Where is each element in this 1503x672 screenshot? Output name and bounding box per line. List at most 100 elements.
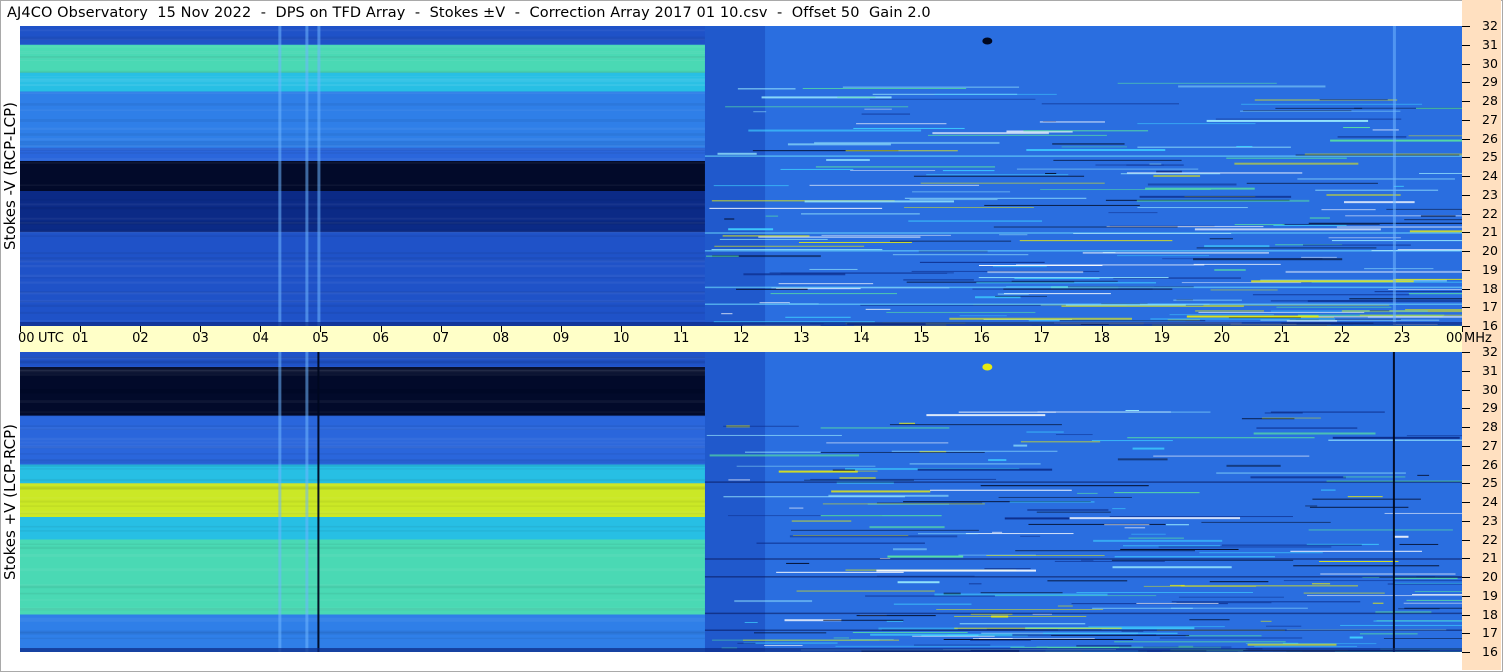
rfi-streak xyxy=(852,632,968,634)
rfi-streak xyxy=(890,240,1012,242)
rfi-streak xyxy=(980,592,1063,594)
rfi-streak xyxy=(736,465,876,467)
band-texture xyxy=(20,497,705,499)
rfi-streak xyxy=(1320,573,1456,575)
rfi-streak xyxy=(1404,219,1462,221)
rfi-streak xyxy=(1020,441,1101,443)
band-texture xyxy=(20,584,705,587)
rfi-streak xyxy=(934,593,1108,596)
interference-line-4 xyxy=(704,155,1462,157)
utc-tick-mark xyxy=(140,326,142,332)
utc-tick-mark xyxy=(620,326,622,332)
band-texture xyxy=(20,468,705,470)
band-1 xyxy=(20,44,705,73)
rfi-streak xyxy=(1043,632,1178,634)
rfi-streak xyxy=(1405,309,1462,311)
mhz-tick-mark xyxy=(1462,483,1470,485)
rfi-streak xyxy=(1193,258,1343,261)
rfi-streak xyxy=(1384,512,1462,514)
rfi-streak xyxy=(798,241,912,243)
rfi-streak xyxy=(1114,641,1286,643)
band-texture xyxy=(20,118,705,122)
rfi-streak xyxy=(1319,560,1399,562)
rfi-streak xyxy=(1117,82,1277,84)
utc-tick-mark xyxy=(1281,326,1283,332)
rfi-streak xyxy=(1315,189,1439,191)
rfi-streak xyxy=(809,268,858,270)
rfi-streak xyxy=(1320,489,1336,491)
utc-unit-label: UTC xyxy=(38,331,64,346)
mhz-tick-label: 23 xyxy=(1482,186,1498,202)
band-texture xyxy=(20,568,705,572)
stokes-minus-v-spectrogram xyxy=(20,26,1462,326)
interference-line-2 xyxy=(704,576,1462,578)
band-texture xyxy=(20,257,705,260)
rfi-streak xyxy=(1408,135,1462,137)
rfi-streak xyxy=(1137,146,1291,148)
rfi-streak xyxy=(709,207,883,209)
stokes-plus-v-heatmap xyxy=(20,352,1462,652)
band-texture xyxy=(20,152,705,154)
stokes-minus-v-heatmap xyxy=(20,26,1462,326)
band-texture xyxy=(20,83,705,86)
rfi-streak xyxy=(1077,492,1098,494)
rfi-streak xyxy=(1125,409,1140,411)
utc-tick-label: 00 xyxy=(1446,331,1463,346)
rfi-streak xyxy=(822,503,985,505)
band-texture xyxy=(20,388,705,391)
rfi-streak xyxy=(1201,521,1331,523)
utc-tick-label: 14 xyxy=(853,331,870,346)
utc-tick-mark xyxy=(200,326,202,332)
rfi-streak xyxy=(913,175,1085,177)
rfi-streak xyxy=(1273,224,1347,226)
rfi-streak xyxy=(904,197,1087,199)
rfi-streak xyxy=(949,317,1132,320)
rfi-streak xyxy=(1420,215,1456,217)
rfi-streak xyxy=(976,282,1157,284)
rfi-streak xyxy=(869,526,945,529)
rfi-streak xyxy=(1276,306,1392,308)
rfi-streak xyxy=(1210,289,1278,291)
band-texture xyxy=(20,56,705,59)
rfi-streak xyxy=(753,111,767,113)
mhz-tick-mark xyxy=(1462,577,1470,578)
utc-time-axis: 00 01 02 03 04 05 06 07 08 09 10 11 12 13 14 15 16 17 18 19… xyxy=(18,326,1492,352)
rfi-streak xyxy=(770,293,898,295)
band-texture xyxy=(20,437,705,440)
rfi-streak xyxy=(831,490,931,493)
rfi-streak xyxy=(748,129,922,132)
rfi-streak xyxy=(1311,583,1331,585)
rfi-streak xyxy=(930,489,1072,491)
band-texture xyxy=(20,400,705,403)
rfi-streak xyxy=(1143,585,1257,587)
mhz-tick-mark xyxy=(1462,251,1470,252)
rfi-streak xyxy=(856,615,936,617)
mhz-tick-label: 20 xyxy=(1482,569,1498,584)
rfi-streak xyxy=(765,215,779,217)
rfi-streak xyxy=(970,639,1031,641)
rfi-streak xyxy=(1131,533,1166,535)
band-5 xyxy=(20,161,705,191)
rfi-streak xyxy=(927,134,1107,136)
rfi-streak xyxy=(917,533,979,535)
band-texture xyxy=(20,554,705,557)
rfi-streak xyxy=(968,583,982,585)
mhz-tick-label: 24 xyxy=(1482,168,1498,183)
rfi-streak xyxy=(1383,637,1462,639)
utc-tick-mark xyxy=(260,326,262,332)
utc-tick-mark xyxy=(1101,326,1103,332)
rfi-streak xyxy=(856,123,947,125)
rfi-streak xyxy=(1349,298,1462,300)
rfi-streak xyxy=(1057,605,1073,607)
rfi-streak xyxy=(988,459,1007,462)
utc-tick-label: 20 xyxy=(1213,331,1231,346)
rfi-streak xyxy=(1178,85,1326,88)
rfi-streak xyxy=(759,302,790,304)
rfi-streak xyxy=(1149,163,1162,165)
interference-line-3 xyxy=(704,232,1462,234)
rfi-streak xyxy=(1104,524,1150,526)
vertical-line-3 xyxy=(1392,26,1396,326)
rfi-streak xyxy=(721,313,733,315)
mhz-tick-mark xyxy=(1462,595,1470,597)
rfi-streak xyxy=(1393,278,1462,280)
